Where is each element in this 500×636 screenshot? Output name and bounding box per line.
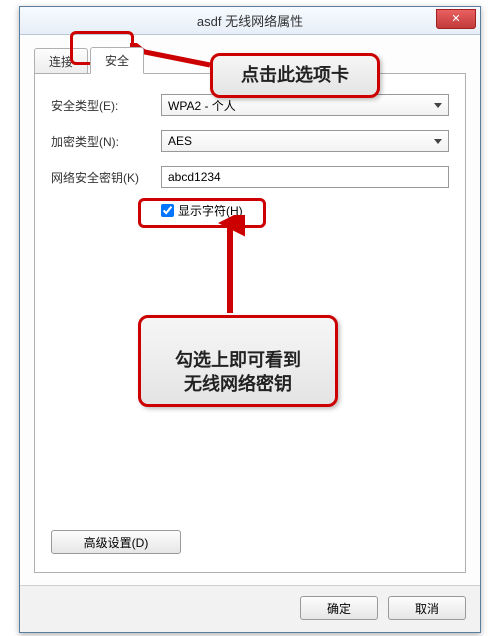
titlebar: asdf 无线网络属性 ✕ xyxy=(20,7,480,35)
close-button[interactable]: ✕ xyxy=(436,9,476,29)
network-key-input[interactable] xyxy=(161,166,449,188)
row-show-chars: 显示字符(H) xyxy=(161,202,449,219)
row-encryption: 加密类型(N): AES xyxy=(51,130,449,152)
ok-label: 确定 xyxy=(327,602,351,616)
properties-window: asdf 无线网络属性 ✕ 连接 安全 安全类型(E): WPA2 - 个人 加… xyxy=(19,6,481,633)
cancel-label: 取消 xyxy=(415,602,439,616)
key-label: 网络安全密钥(K) xyxy=(51,169,161,186)
close-icon: ✕ xyxy=(451,13,460,25)
advanced-settings-button[interactable]: 高级设置(D) xyxy=(51,530,181,554)
show-chars-label: 显示字符(H) xyxy=(178,202,243,219)
annotation-callout-tab: 点击此选项卡 xyxy=(210,53,380,98)
show-chars-checkbox[interactable] xyxy=(161,204,174,217)
security-type-value: WPA2 - 个人 xyxy=(168,97,236,114)
annotation-callout-checkbox: 勾选上即可看到 无线网络密钥 xyxy=(138,315,338,407)
cancel-button[interactable]: 取消 xyxy=(388,596,466,620)
encryption-label: 加密类型(N): xyxy=(51,133,161,150)
annotation-callout-tab-text: 点击此选项卡 xyxy=(241,65,349,85)
window-body: 连接 安全 安全类型(E): WPA2 - 个人 加密类型(N): AES 网络… xyxy=(20,35,480,585)
tab-connect[interactable]: 连接 xyxy=(34,48,88,74)
window-title: asdf 无线网络属性 xyxy=(20,11,480,30)
security-type-label: 安全类型(E): xyxy=(51,97,161,114)
advanced-settings-label: 高级设置(D) xyxy=(84,536,149,550)
annotation-callout-checkbox-text: 勾选上即可看到 无线网络密钥 xyxy=(175,350,301,393)
tab-connect-label: 连接 xyxy=(49,55,73,69)
dialog-button-row: 确定 取消 xyxy=(20,585,480,632)
row-key: 网络安全密钥(K) xyxy=(51,166,449,188)
tab-security-label: 安全 xyxy=(105,54,129,68)
ok-button[interactable]: 确定 xyxy=(300,596,378,620)
tab-security[interactable]: 安全 xyxy=(90,47,144,74)
encryption-select[interactable]: AES xyxy=(161,130,449,152)
encryption-value: AES xyxy=(168,134,192,148)
